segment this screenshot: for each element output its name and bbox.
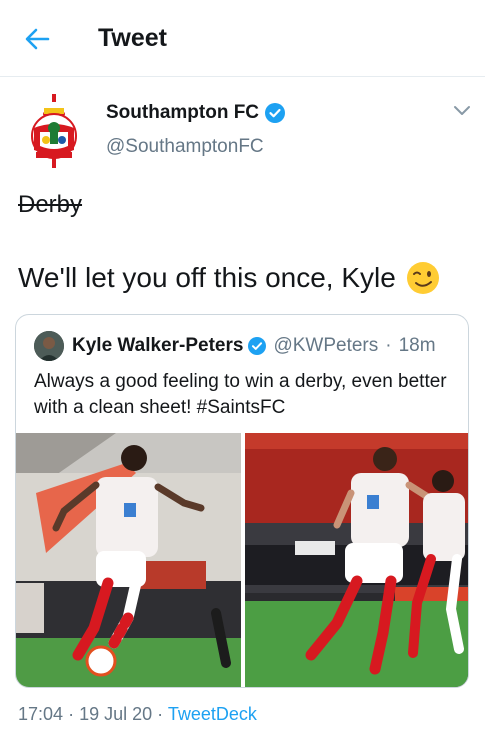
separator-dot: · <box>385 335 392 356</box>
photo-image <box>245 433 468 687</box>
chevron-down-icon[interactable] <box>452 100 472 120</box>
quoted-tweet-age: 18m <box>398 335 436 356</box>
tweet-source-link[interactable]: TweetDeck <box>168 704 257 724</box>
meta-separator: · <box>68 704 75 724</box>
photo-players-celebrating[interactable] <box>245 433 468 687</box>
quoted-author-name: Kyle Walker-Peters <box>72 335 244 356</box>
verified-badge-icon <box>248 337 267 355</box>
verified-badge-icon <box>265 103 286 123</box>
photo-image <box>16 433 241 687</box>
avatar-image <box>34 331 64 361</box>
tweet-meta: 17:04 · 19 Jul 20 · TweetDeck <box>18 704 257 725</box>
author-name-row: Southampton FC <box>106 102 286 124</box>
quoted-tweet-text: Always a good feeling to win a derby, ev… <box>34 371 447 418</box>
page-title: Tweet <box>98 24 167 52</box>
tweet-text-row: We'll let you off this once, Kyle <box>18 261 440 295</box>
quoted-author-handle: @KWPeters <box>273 335 379 356</box>
top-bar: Tweet <box>0 0 485 77</box>
tweet-date: 19 Jul 20 <box>79 704 153 724</box>
back-arrow-icon[interactable] <box>22 24 52 54</box>
winking-face-emoji-icon <box>406 262 439 294</box>
author-handle[interactable]: @SouthamptonFC <box>106 136 264 158</box>
tweet-author: Southampton FC @SouthamptonFC <box>0 88 485 168</box>
quoted-author-avatar[interactable] <box>34 331 64 361</box>
southampton-crest-avatar[interactable] <box>24 94 84 168</box>
meta-separator: · <box>157 704 164 724</box>
quoted-tweet-photos <box>16 433 468 687</box>
struck-text: Derby <box>18 191 83 218</box>
photo-player-dribbling[interactable] <box>16 433 241 687</box>
quoted-tweet-header: Kyle Walker-Peters @KWPeters · 18m <box>34 331 436 361</box>
tweet-time: 17:04 <box>18 704 64 724</box>
author-name[interactable]: Southampton FC <box>106 102 259 124</box>
tweet-text: We'll let you off this once, Kyle <box>18 262 396 293</box>
quoted-tweet[interactable]: Kyle Walker-Peters @KWPeters · 18m Alway… <box>15 314 469 688</box>
